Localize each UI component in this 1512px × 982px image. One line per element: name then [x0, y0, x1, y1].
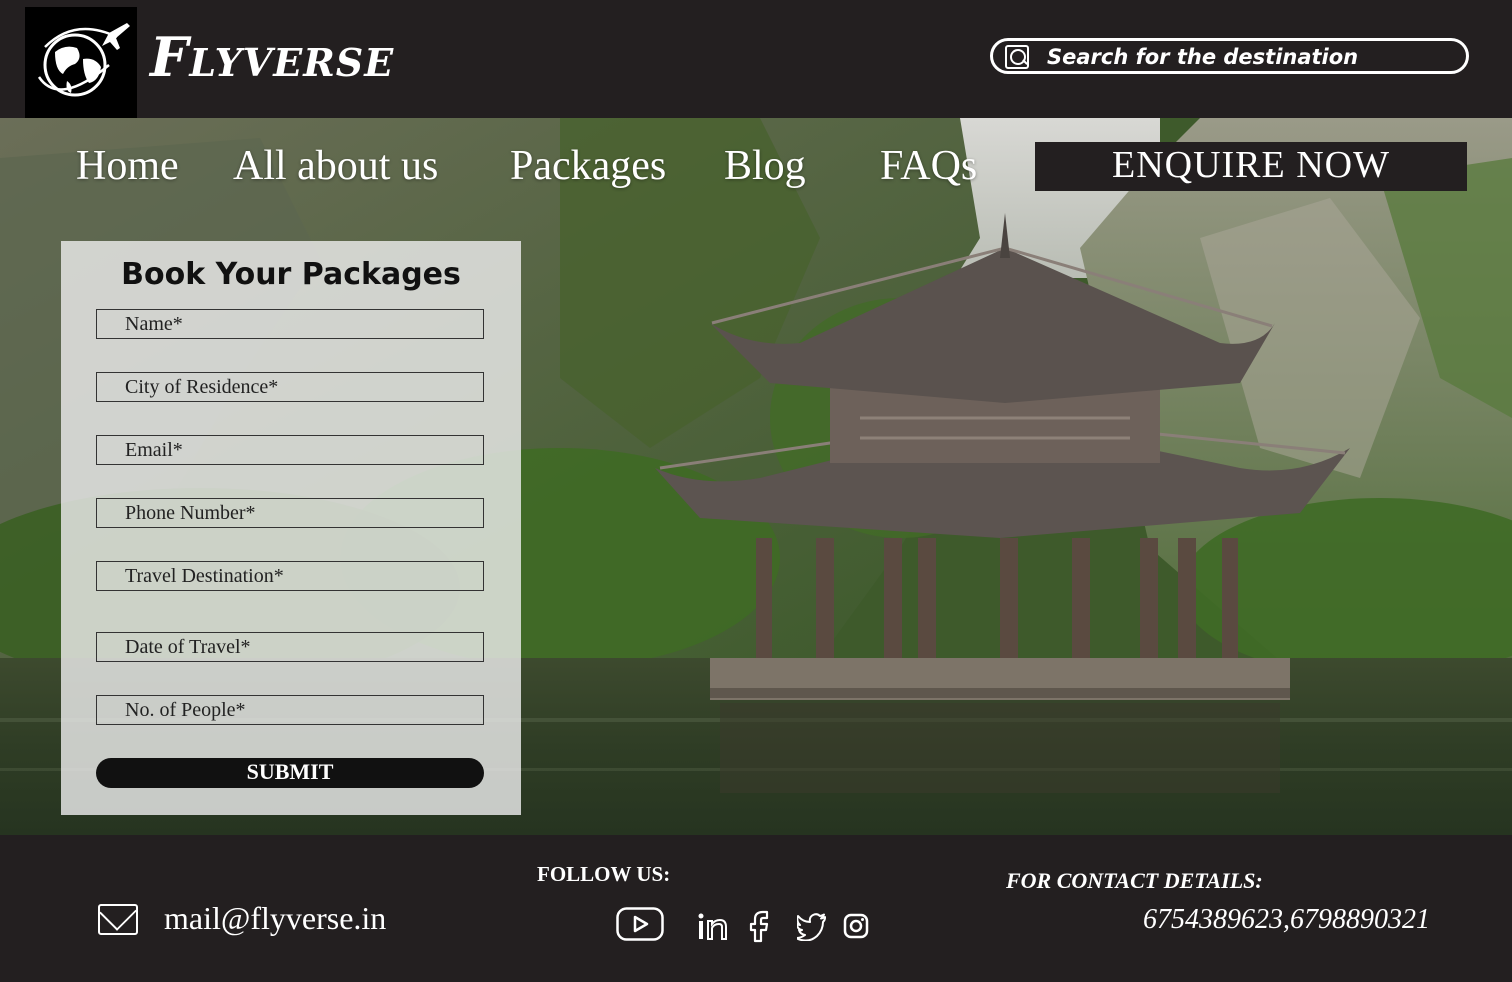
mail-icon: [98, 904, 138, 935]
destination-field-label: Travel Destination*: [125, 565, 284, 587]
footer-email[interactable]: mail@flyverse.in: [164, 899, 386, 937]
instagram-icon[interactable]: [843, 913, 869, 939]
nav-blog[interactable]: Blog: [724, 140, 806, 192]
globe-plane-icon: [37, 23, 130, 97]
people-field-label: No. of People*: [125, 699, 246, 721]
destination-field[interactable]: Travel Destination*: [96, 561, 484, 591]
contact-details-label: FOR CONTACT DETAILS:: [1006, 868, 1263, 893]
logo[interactable]: [25, 7, 137, 119]
name-field-label: Name*: [125, 313, 183, 335]
youtube-icon[interactable]: [616, 907, 664, 941]
name-field[interactable]: Name*: [96, 309, 484, 339]
facebook-icon[interactable]: [746, 909, 772, 943]
phone-field[interactable]: Phone Number*: [96, 498, 484, 528]
main-nav: Home All about us Packages Blog FAQs ENQ…: [0, 118, 1512, 218]
city-field-label: City of Residence*: [125, 376, 279, 398]
date-field-label: Date of Travel*: [125, 636, 251, 658]
nav-home[interactable]: Home: [76, 140, 179, 192]
linkedin-icon[interactable]: [697, 911, 729, 941]
date-field[interactable]: Date of Travel*: [96, 632, 484, 662]
nav-faqs[interactable]: FAQs: [880, 140, 977, 192]
search-input[interactable]: Search for the destination: [1047, 43, 1358, 71]
enquire-now-button[interactable]: ENQUIRE NOW: [1035, 142, 1467, 191]
people-field[interactable]: No. of People*: [96, 695, 484, 725]
submit-button[interactable]: SUBMIT: [96, 758, 484, 788]
contact-phones[interactable]: 6754389623,6798890321: [1143, 903, 1430, 937]
city-field[interactable]: City of Residence*: [96, 372, 484, 402]
email-field-label: Email*: [125, 439, 183, 461]
site-header: Flyverse Search for the destination: [0, 0, 1512, 119]
search-bar[interactable]: Search for the destination: [990, 38, 1469, 74]
nav-about[interactable]: All about us: [233, 140, 438, 192]
nav-packages[interactable]: Packages: [510, 140, 666, 192]
site-footer: mail@flyverse.in FOLLOW US: FOR CONTACT …: [0, 835, 1512, 982]
brand-name: Flyverse: [150, 25, 395, 89]
phone-field-label: Phone Number*: [125, 502, 256, 524]
hero-section: Home All about us Packages Blog FAQs ENQ…: [0, 118, 1512, 835]
booking-form: Book Your Packages Name* City of Residen…: [61, 241, 521, 815]
search-icon[interactable]: [1005, 45, 1029, 69]
form-title: Book Your Packages: [121, 257, 461, 292]
twitter-icon[interactable]: [797, 913, 827, 941]
follow-us-label: FOLLOW US:: [537, 862, 671, 886]
email-field[interactable]: Email*: [96, 435, 484, 465]
